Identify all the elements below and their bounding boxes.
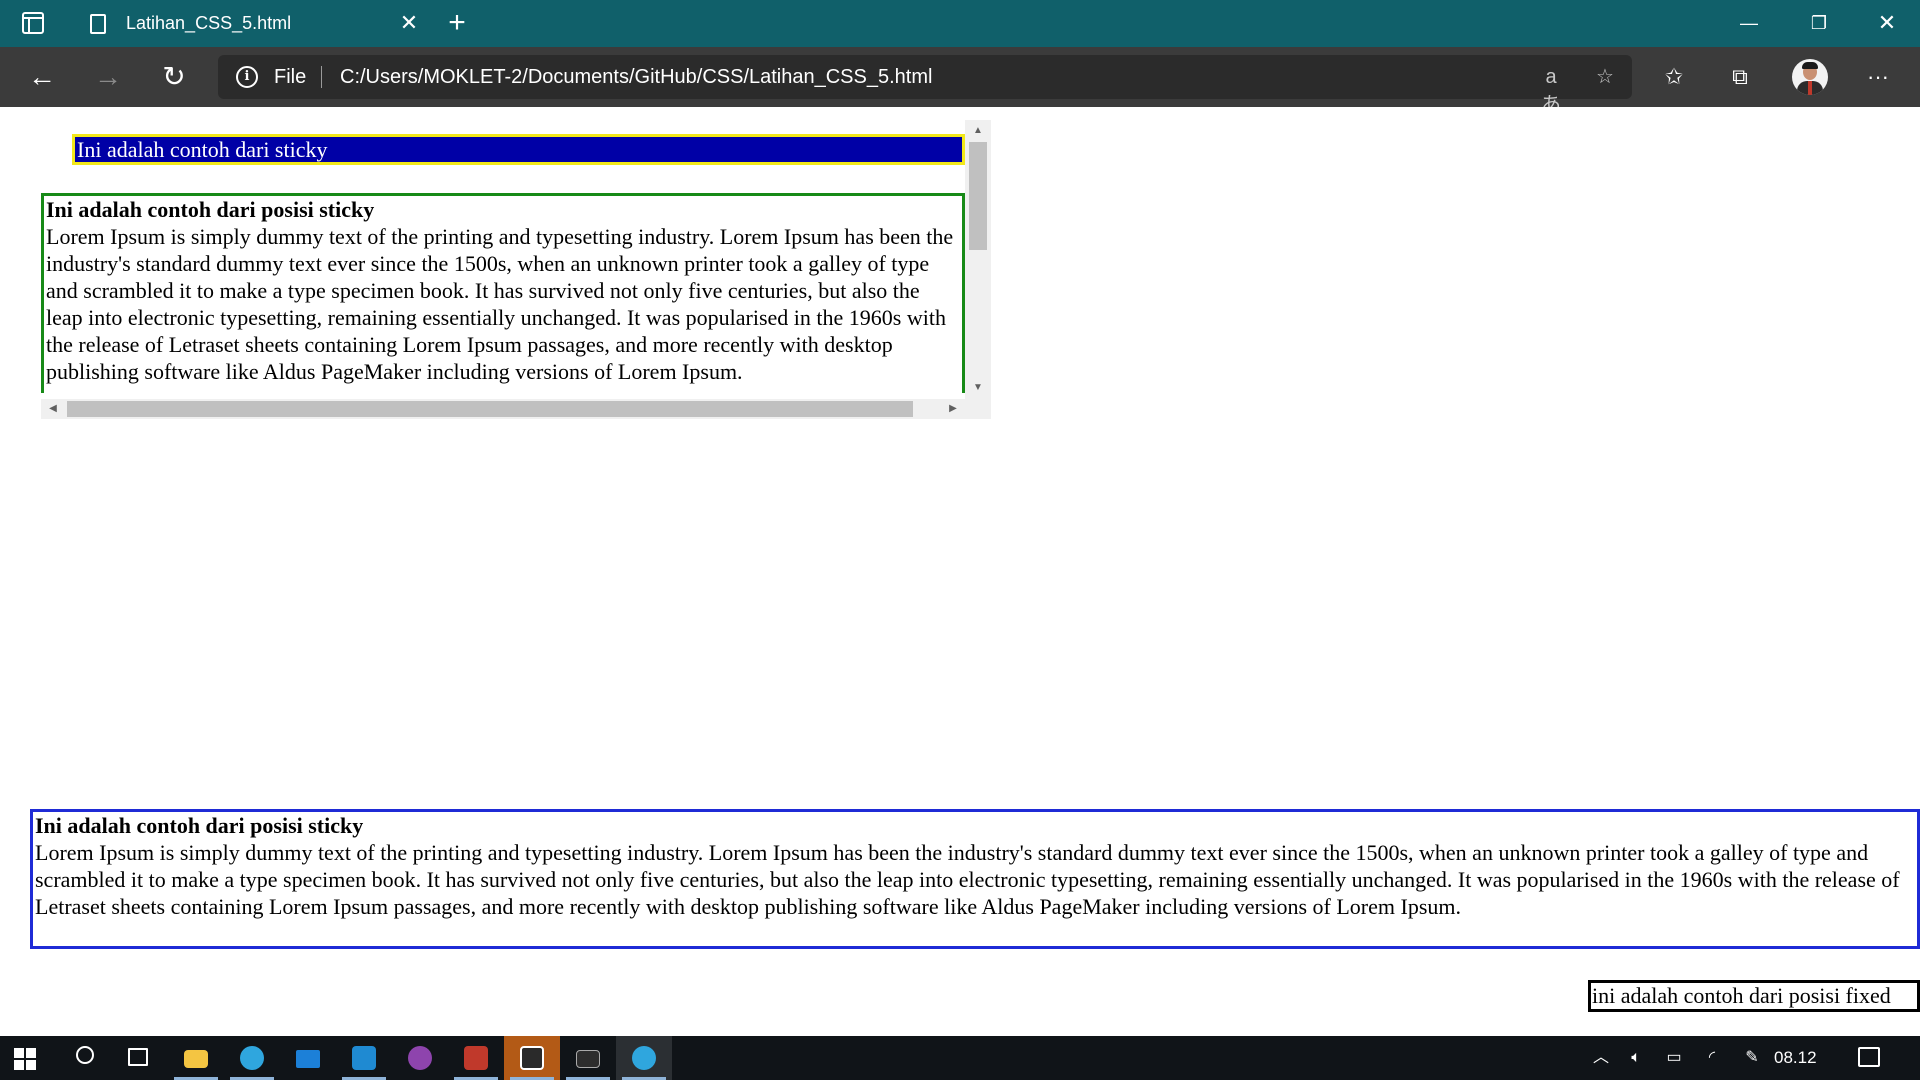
taskbar-clock[interactable]: 08.12 xyxy=(1774,1036,1817,1080)
app-red-icon xyxy=(464,1046,488,1070)
page-content: Ini adalah contoh dari sticky Ini adalah… xyxy=(0,107,1920,1036)
address-separator xyxy=(321,66,322,88)
browser-tab[interactable]: Latihan_CSS_5.html ✕ xyxy=(72,0,432,47)
pen-icon[interactable]: ✎ xyxy=(1738,1036,1766,1080)
scroll-up-arrow-icon[interactable]: ▲ xyxy=(965,120,991,142)
sticky-element: Ini adalah contoh dari sticky xyxy=(72,134,965,165)
taskbar-file-explorer[interactable] xyxy=(168,1036,224,1080)
folder-icon xyxy=(184,1050,208,1068)
vertical-scroll-thumb[interactable] xyxy=(969,142,987,250)
tab-title: Latihan_CSS_5.html xyxy=(126,13,292,33)
avatar-hair xyxy=(1802,62,1818,69)
address-bar[interactable]: i File C:/Users/MOKLET-2/Documents/GitHu… xyxy=(218,55,1632,116)
add-favorite-icon[interactable]: ☆ xyxy=(1590,63,1620,91)
taskbar-app-red[interactable] xyxy=(448,1036,504,1080)
document-icon xyxy=(90,14,106,34)
task-view-button[interactable] xyxy=(112,1036,168,1080)
inner-sticky-box: Ini adalah contoh dari posisi sticky Lor… xyxy=(41,193,965,393)
minimize-button[interactable]: — xyxy=(1732,8,1766,38)
edge-icon xyxy=(632,1046,656,1070)
outer-sticky-box: Ini adalah contoh dari posisi sticky Lor… xyxy=(30,809,1920,949)
volume-icon[interactable]: 🔈︎ xyxy=(1622,1036,1650,1080)
new-tab-button[interactable]: + xyxy=(440,6,474,40)
info-icon[interactable]: i xyxy=(236,66,258,88)
scroll-down-arrow-icon[interactable]: ▼ xyxy=(965,377,991,399)
window-close-button[interactable]: ✕ xyxy=(1870,8,1904,38)
outer-box-heading: Ini adalah contoh dari posisi sticky xyxy=(35,813,364,838)
windows-taskbar: ︿ 🔈︎ ▭ ◜ ✎ 08.12 xyxy=(0,1036,1920,1080)
taskbar-mail[interactable] xyxy=(280,1036,336,1080)
inner-box-heading: Ini adalah contoh dari posisi sticky xyxy=(46,197,375,222)
mail-icon xyxy=(296,1050,320,1068)
restore-button[interactable]: ❐ xyxy=(1802,8,1836,38)
address-scheme-label: File xyxy=(274,66,307,88)
battery-icon[interactable]: ▭ xyxy=(1660,1036,1688,1080)
browser-title-bar: Latihan_CSS_5.html ✕ + — ❐ ✕ xyxy=(0,0,1920,47)
browser-toolbar: ← → ↻ i File C:/Users/MOKLET-2/Documents… xyxy=(0,47,1920,116)
vertical-scrollbar[interactable]: ▲ ▼ xyxy=(965,120,991,399)
wifi-icon[interactable]: ◜ xyxy=(1698,1036,1726,1080)
notification-icon[interactable] xyxy=(1858,1047,1880,1067)
taskbar-github-desktop[interactable] xyxy=(392,1036,448,1080)
windows-logo-icon xyxy=(14,1048,36,1070)
profile-avatar[interactable] xyxy=(1792,59,1828,95)
github-icon xyxy=(408,1046,432,1070)
search-icon xyxy=(76,1046,94,1064)
taskbar-vscode[interactable] xyxy=(336,1036,392,1080)
outer-box-text: Lorem Ipsum is simply dummy text of the … xyxy=(35,840,1900,919)
taskbar-edge[interactable] xyxy=(224,1036,280,1080)
taskbar-edge-active[interactable] xyxy=(616,1036,672,1080)
url-text[interactable]: C:/Users/MOKLET-2/Documents/GitHub/CSS/L… xyxy=(340,66,932,89)
taskbar-terminal[interactable] xyxy=(560,1036,616,1080)
task-view-icon xyxy=(128,1048,148,1066)
horizontal-scrollbar[interactable]: ◀ ▶ xyxy=(41,399,991,419)
vscode-icon xyxy=(352,1046,376,1070)
refresh-button[interactable]: ↻ xyxy=(154,59,194,95)
edge-icon xyxy=(240,1046,264,1070)
scroll-left-arrow-icon[interactable]: ◀ xyxy=(41,399,65,419)
avatar-tie xyxy=(1808,81,1812,95)
collections-icon[interactable]: ⧉ xyxy=(1722,59,1758,95)
taskbar-app-orange[interactable] xyxy=(504,1036,560,1080)
horizontal-scroll-thumb[interactable] xyxy=(67,401,913,417)
start-button[interactable] xyxy=(0,1036,56,1080)
app-orange-icon xyxy=(520,1046,544,1070)
fixed-element: ini adalah contoh dari posisi fixed xyxy=(1588,980,1920,1012)
favorites-icon[interactable]: ✩ xyxy=(1656,59,1692,95)
search-button[interactable] xyxy=(56,1036,112,1080)
inner-box-text: Lorem Ipsum is simply dummy text of the … xyxy=(46,224,954,384)
scroll-container[interactable]: Ini adalah contoh dari sticky Ini adalah… xyxy=(41,120,991,419)
tab-close-button[interactable]: ✕ xyxy=(394,8,424,38)
tab-actions-icon[interactable] xyxy=(22,12,44,34)
read-aloud-icon[interactable]: aあ xyxy=(1536,63,1566,116)
back-button[interactable]: ← xyxy=(22,59,62,95)
scroll-right-arrow-icon[interactable]: ▶ xyxy=(941,399,965,419)
terminal-icon xyxy=(576,1050,600,1068)
chevron-up-icon[interactable]: ︿ xyxy=(1588,1036,1614,1080)
forward-button[interactable]: → xyxy=(88,59,128,95)
more-options-icon[interactable]: ··· xyxy=(1860,59,1896,95)
